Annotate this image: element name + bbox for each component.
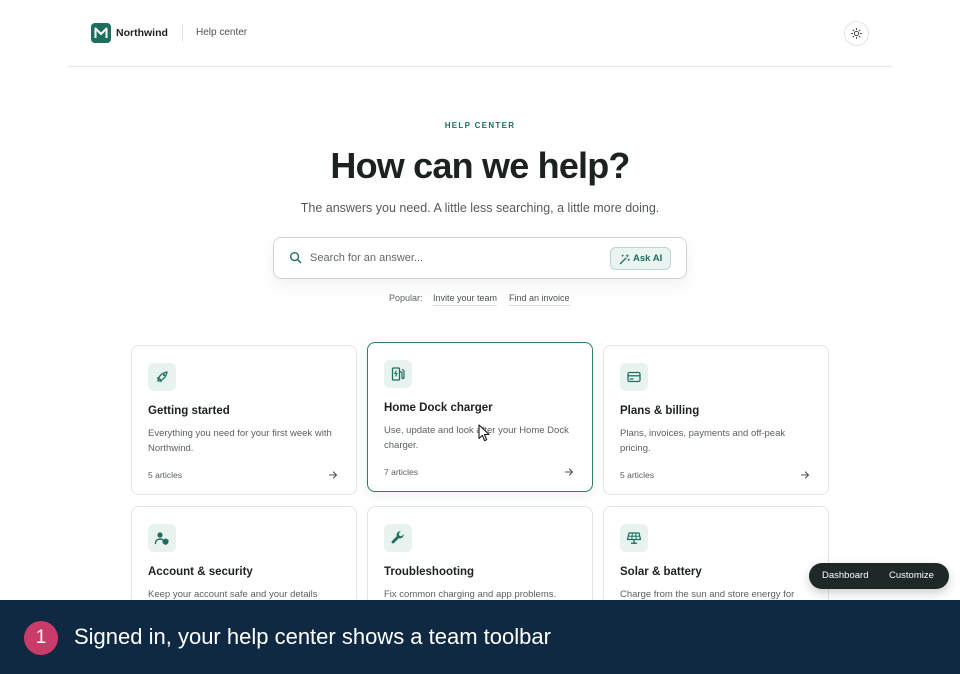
search-bar: Ask AI	[273, 237, 687, 279]
rocket-icon	[148, 363, 176, 391]
mouse-cursor-icon	[478, 424, 490, 442]
card-article-count: 5 articles	[148, 470, 183, 480]
sun-icon	[851, 28, 862, 39]
help-center-link[interactable]: Help center	[196, 27, 247, 38]
arrow-right-icon	[800, 471, 810, 479]
theme-toggle-button[interactable]	[844, 21, 869, 46]
brand-name[interactable]: Northwind	[116, 27, 168, 39]
customize-button[interactable]: Customize	[889, 570, 934, 581]
card-title: Solar & battery	[620, 566, 702, 578]
card-title: Getting started	[148, 405, 230, 417]
arrow-right-icon	[328, 471, 338, 479]
northwind-logo-icon[interactable]	[91, 23, 111, 43]
popular-link-find-invoice[interactable]: Find an invoice	[509, 293, 570, 306]
step-number-badge: 1	[24, 621, 58, 655]
hero-eyebrow: HELP CENTER	[444, 121, 516, 130]
ask-ai-button[interactable]: Ask AI	[610, 247, 671, 270]
credit-card-icon	[620, 363, 648, 391]
team-toolbar: Dashboard Customize	[809, 563, 949, 589]
search-input[interactable]	[310, 249, 600, 267]
arrow-right-icon	[564, 468, 574, 476]
card-title: Account & security	[148, 566, 253, 578]
ev-charger-icon	[384, 360, 412, 388]
popular-link-invite-team[interactable]: Invite your team	[433, 293, 498, 306]
header-divider	[182, 24, 183, 42]
card-description: Everything you need for your first week …	[148, 428, 332, 454]
category-card-home-dock-charger[interactable]: Home Dock charger Use, update and look a…	[367, 342, 593, 492]
site-header: Northwind Help center	[68, 0, 892, 67]
card-description: Plans, invoices, payments and off-peak p…	[620, 428, 786, 454]
wrench-icon	[384, 524, 412, 552]
card-title: Troubleshooting	[384, 566, 475, 578]
caption-bar: 1 Signed in, your help center shows a te…	[0, 600, 960, 674]
hero-subtitle: The answers you need. A little less sear…	[300, 201, 660, 215]
ask-ai-label: Ask AI	[633, 253, 663, 264]
card-title: Home Dock charger	[384, 402, 493, 414]
popular-label: Popular:	[389, 293, 423, 303]
card-article-count: 5 articles	[620, 470, 655, 480]
card-article-count: 7 articles	[384, 467, 419, 477]
search-icon	[289, 251, 302, 264]
page-title: How can we help?	[330, 145, 630, 186]
user-shield-icon	[148, 524, 176, 552]
dashboard-button[interactable]: Dashboard	[822, 570, 868, 581]
card-title: Plans & billing	[620, 405, 700, 417]
solar-panel-icon	[620, 524, 648, 552]
category-card-getting-started[interactable]: Getting started Everything you need for …	[131, 345, 357, 495]
category-card-plans-billing[interactable]: Plans & billing Plans, invoices, payment…	[603, 345, 829, 495]
magic-wand-icon	[619, 254, 630, 265]
caption-text: Signed in, your help center shows a team…	[74, 624, 551, 649]
